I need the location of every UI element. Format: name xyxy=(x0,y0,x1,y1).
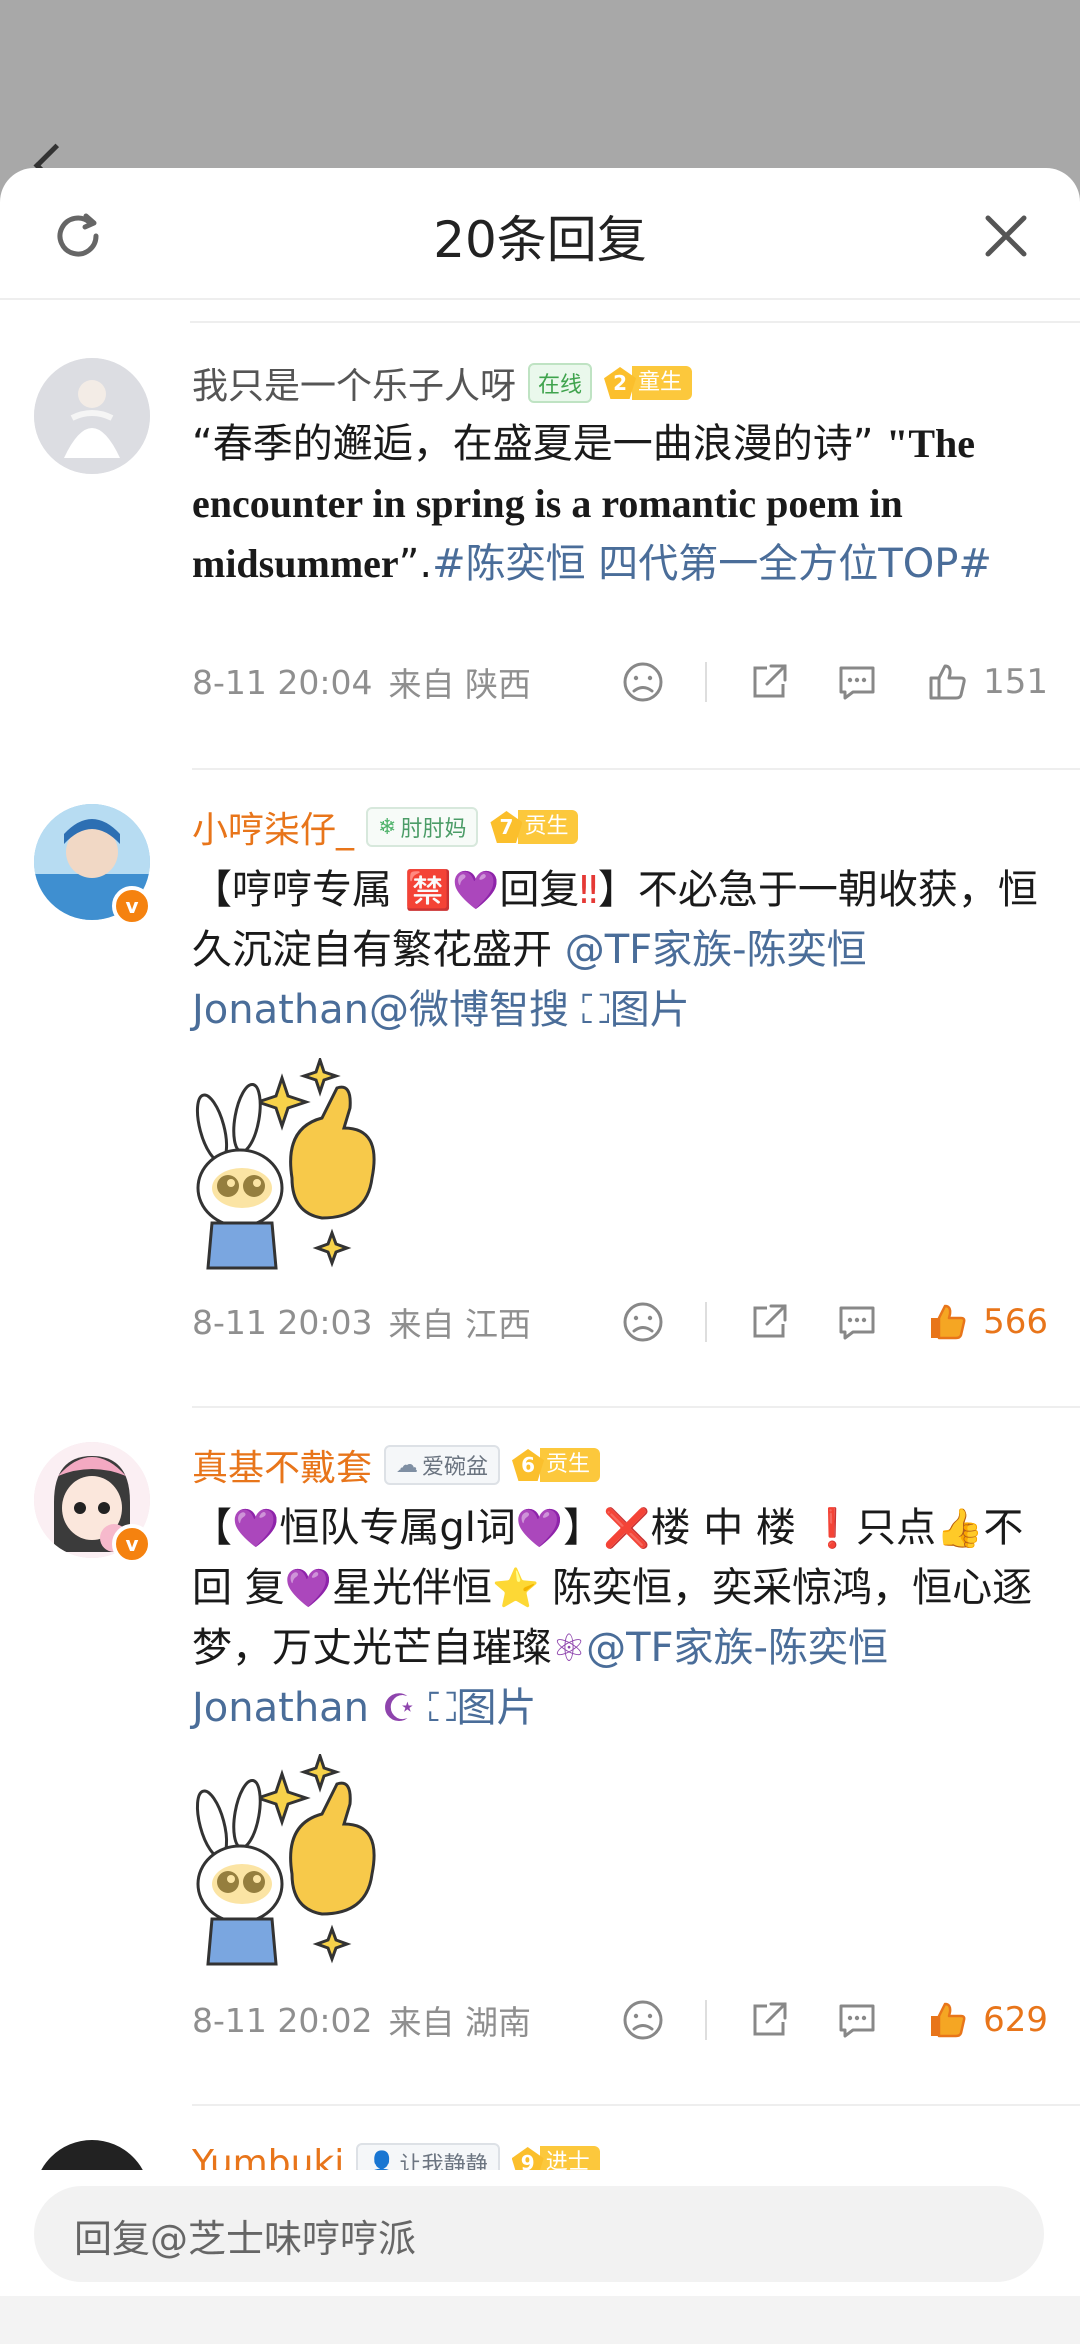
star-emoji: ⭐ xyxy=(492,1566,540,1610)
sticker-image[interactable] xyxy=(192,1754,432,1984)
share-icon[interactable] xyxy=(747,660,791,704)
divider xyxy=(192,1406,1080,1408)
close-icon[interactable] xyxy=(978,208,1034,264)
exclamation-emoji: ❗ xyxy=(808,1506,856,1550)
image-icon: ⛶ xyxy=(428,1685,457,1731)
timestamp: 8-11 20:02 xyxy=(192,2000,373,2040)
mention-link[interactable]: @微博智搜 xyxy=(369,987,569,1033)
like-icon-active[interactable] xyxy=(925,1998,969,2042)
replies-sheet: 20条回复 我只是一个乐子人呀 在线 2 童生 “春季的邂逅，在盛夏是一曲浪漫的… xyxy=(0,168,1080,2344)
text-segment: 【哼哼专属 xyxy=(192,867,405,913)
text-segment: 】 xyxy=(563,1505,604,1551)
username[interactable]: 真基不戴套 xyxy=(192,1439,372,1491)
divider xyxy=(192,2104,1080,2106)
dislike-icon[interactable] xyxy=(621,1300,665,1344)
thumbs-up-emoji: 👍 xyxy=(935,1506,984,1550)
text-segment: 楼 中 楼 xyxy=(650,1505,809,1551)
comment-icon[interactable] xyxy=(835,660,879,704)
image-link[interactable]: ⛶图片 xyxy=(416,1685,537,1731)
purple-heart-emoji: 💜 xyxy=(232,1506,280,1550)
verified-badge: v xyxy=(112,886,152,926)
text-segment: 【 xyxy=(192,1505,232,1551)
cloud-icon: ☁ xyxy=(396,1452,419,1478)
hashtag-link[interactable]: #陈奕恒 四代第一全方位TOP# xyxy=(432,541,992,587)
text-segment: “春季的邂逅，在盛夏是一曲浪漫的诗” xyxy=(192,421,887,467)
level-badge: 2 童生 xyxy=(604,366,693,400)
fan-tag: ❄ 肘肘妈 xyxy=(366,807,479,847)
forbidden-emoji: 🈲 xyxy=(404,868,453,912)
verified-badge: v xyxy=(112,1524,152,1564)
purple-heart-emoji: 💜 xyxy=(284,1566,333,1610)
comment-meta: 8-11 20:03 来自 江西 566 xyxy=(192,1292,1048,1352)
divider xyxy=(192,768,1080,770)
like-count: 566 xyxy=(983,1302,1048,1342)
online-tag: 在线 xyxy=(528,363,593,403)
system-gesture-area xyxy=(0,2296,1080,2344)
dislike-icon[interactable] xyxy=(621,660,665,704)
text-segment: 回复 xyxy=(499,867,580,913)
reply-input[interactable]: 回复@芝士味哼哼派 xyxy=(34,2186,1044,2282)
comment-icon[interactable] xyxy=(835,1300,879,1344)
separator xyxy=(705,662,708,702)
fan-tag: ☁ 爱碗盆 xyxy=(384,1445,501,1485)
text-segment: ”. xyxy=(398,541,433,587)
level-label: 童生 xyxy=(632,366,693,400)
double-exclamation-emoji: ‼ xyxy=(579,868,598,912)
separator xyxy=(705,2000,708,2040)
snowflake-icon: ❄ xyxy=(378,814,397,840)
comment-header: 小哼柒仔_ ❄ 肘肘妈 7 贡生 xyxy=(192,801,579,853)
separator xyxy=(705,1302,708,1342)
atom-emoji: ⚛ xyxy=(552,1626,587,1670)
like-count: 151 xyxy=(983,662,1048,702)
star-crescent-emoji: ☪ xyxy=(381,1686,416,1730)
timestamp: 8-11 20:03 xyxy=(192,1302,373,1342)
dislike-icon[interactable] xyxy=(621,1998,665,2042)
purple-heart-emoji: 💜 xyxy=(452,868,500,912)
share-icon[interactable] xyxy=(747,1998,791,2042)
sheet-title: 20条回复 xyxy=(433,211,647,269)
comment-text[interactable]: 【哼哼专属 🈲💜回复‼】不必急于一朝收获，恒久沉淀自有繁花盛开 @TF家族-陈奕… xyxy=(192,860,1044,1040)
sheet-header: 20条回复 xyxy=(0,168,1080,300)
timestamp: 8-11 20:04 xyxy=(192,662,373,702)
comment-header: 我只是一个乐子人呀 在线 2 童生 xyxy=(192,357,693,409)
location: 来自 湖南 xyxy=(388,2003,532,2042)
location: 来自 陕西 xyxy=(388,665,532,704)
reply-placeholder: 回复@芝士味哼哼派 xyxy=(74,2217,417,2261)
purple-heart-emoji: 💜 xyxy=(515,1506,564,1550)
comment-text[interactable]: 【💜恒队专属gl词💜】❌楼 中 楼 ❗只点👍不回 复💜星光伴恒⭐ 陈奕恒，奕采惊… xyxy=(192,1498,1044,1738)
divider xyxy=(190,321,1080,323)
image-link[interactable]: ⛶图片 xyxy=(569,987,690,1033)
location: 来自 江西 xyxy=(388,1305,532,1344)
cross-mark-emoji: ❌ xyxy=(603,1506,651,1550)
share-icon[interactable] xyxy=(747,1300,791,1344)
like-count: 629 xyxy=(983,2000,1048,2040)
like-icon[interactable] xyxy=(925,660,969,704)
comment-header: 真基不戴套 ☁ 爱碗盆 6 贡生 xyxy=(192,1439,601,1491)
avatar[interactable] xyxy=(34,358,150,474)
text-segment: 只点 xyxy=(855,1505,936,1551)
username[interactable]: 小哼柒仔_ xyxy=(192,801,354,853)
level-label: 贡生 xyxy=(540,1448,601,1482)
image-icon: ⛶ xyxy=(581,987,610,1033)
comment-text[interactable]: “春季的邂逅，在盛夏是一曲浪漫的诗” "The encounter in spr… xyxy=(192,414,1044,594)
like-icon-active[interactable] xyxy=(925,1300,969,1344)
sticker-image[interactable] xyxy=(192,1058,432,1288)
level-badge: 7 贡生 xyxy=(490,810,579,844)
level-badge: 6 贡生 xyxy=(512,1448,601,1482)
text-segment: 星光伴恒 xyxy=(332,1565,493,1611)
comment-meta: 8-11 20:04 来自 陕西 151 xyxy=(192,652,1048,712)
comment-icon[interactable] xyxy=(835,1998,879,2042)
avatar-image xyxy=(34,358,150,474)
comment-meta: 8-11 20:02 来自 湖南 629 xyxy=(192,1990,1048,2050)
dimmed-background[interactable] xyxy=(0,0,1080,170)
username[interactable]: 我只是一个乐子人呀 xyxy=(192,357,516,409)
text-segment: 恒队专属gl词 xyxy=(279,1505,516,1551)
level-label: 贡生 xyxy=(518,810,579,844)
